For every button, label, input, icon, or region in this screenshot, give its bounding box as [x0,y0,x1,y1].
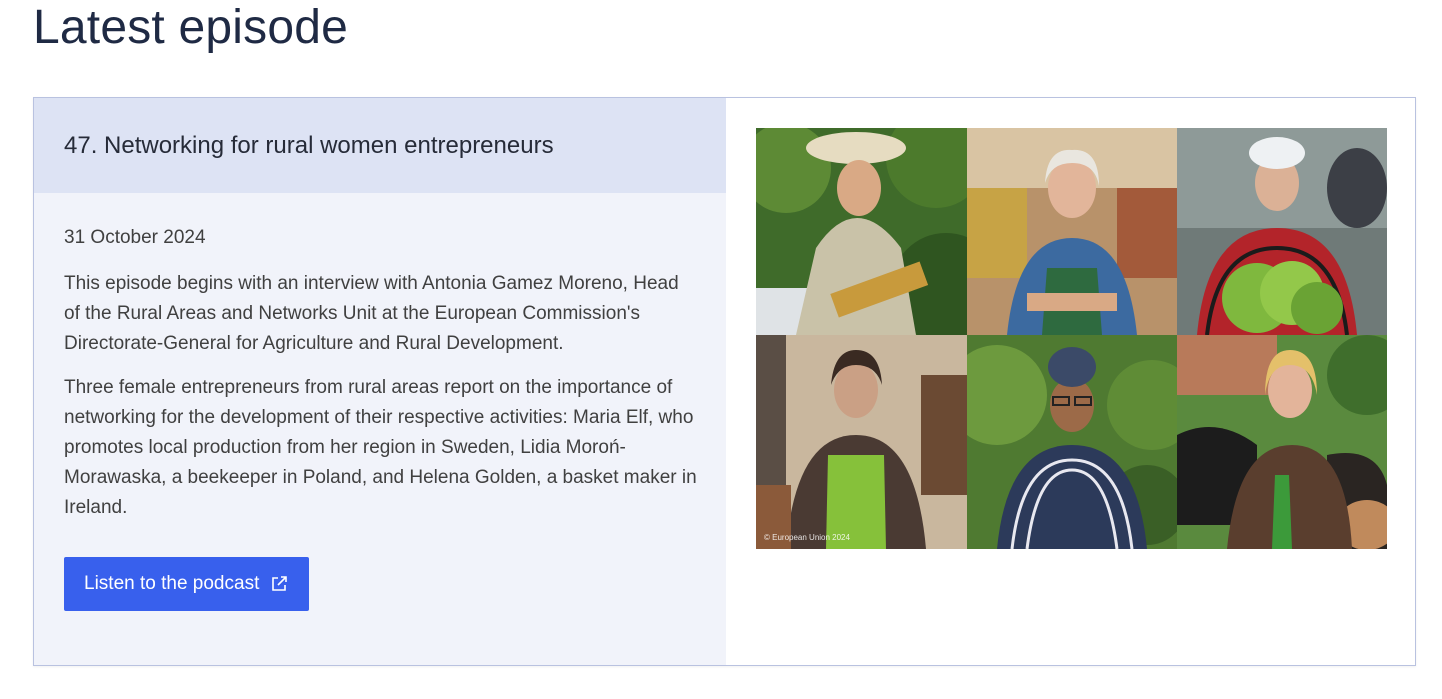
photo-lettuce-farmer [1177,128,1387,335]
photo-grocer [967,128,1177,335]
photo-beekeeper [756,128,967,335]
episode-card: 47. Networking for rural women entrepren… [33,97,1416,666]
episode-header: 47. Networking for rural women entrepren… [34,98,726,193]
photo-orchard-woman [967,335,1177,549]
episode-description-1: This episode begins with an interview wi… [64,273,679,354]
episode-image-panel: © European Union 2024 [726,98,1415,665]
episode-photo-collage: © European Union 2024 [756,128,1387,549]
photo-shop-worker: © European Union 2024 [756,335,967,549]
episode-date: 31 October 2024 [64,227,206,248]
episode-title: 47. Networking for rural women entrepren… [64,131,554,159]
episode-body: 31 October 2024 This episode begins with… [34,193,726,611]
external-link-icon [269,574,289,594]
episode-info-panel: 47. Networking for rural women entrepren… [34,98,726,665]
listen-podcast-label: Listen to the podcast [84,573,260,594]
episode-description-2: Three female entrepreneurs from rural ar… [64,377,697,518]
image-credit: © European Union 2024 [764,533,851,542]
page-title: Latest episode [33,1,349,54]
photo-cattle-farmer [1177,335,1387,549]
listen-podcast-button[interactable]: Listen to the podcast [64,557,310,611]
